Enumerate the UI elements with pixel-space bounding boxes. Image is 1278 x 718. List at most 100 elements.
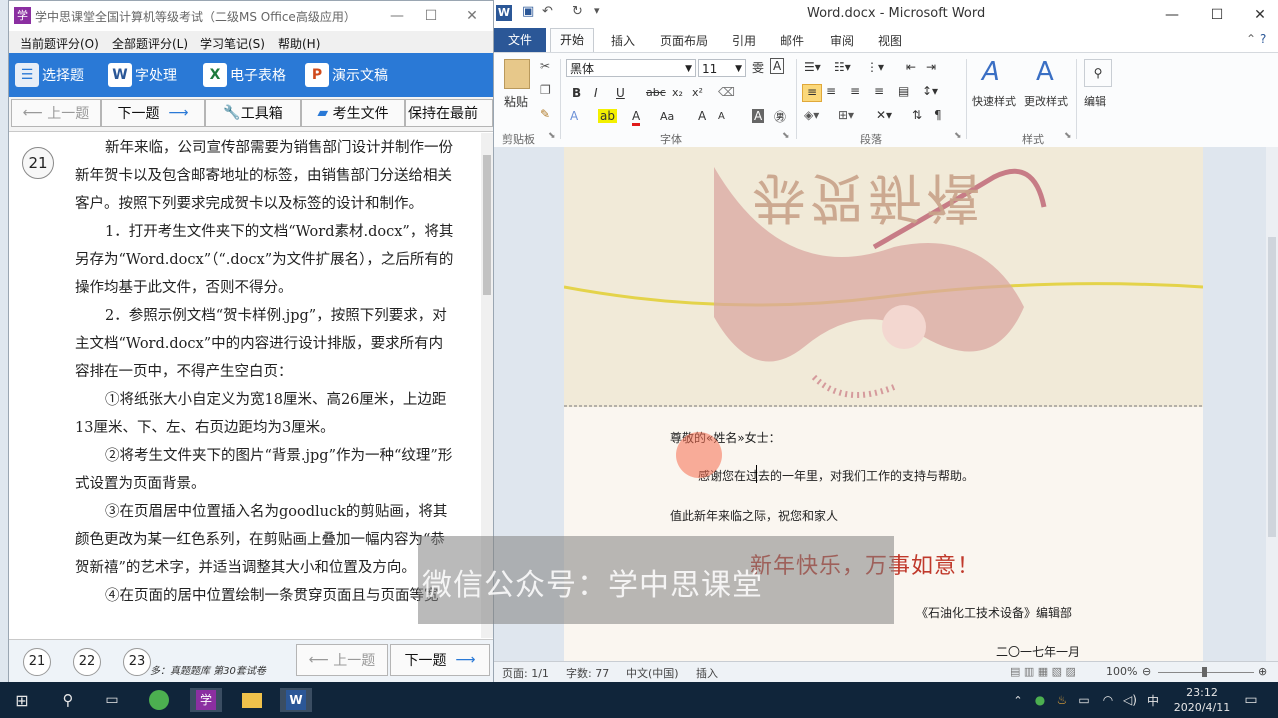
text-effect-icon[interactable]: A — [570, 109, 578, 123]
header-wordart[interactable]: 恭贺新禧 — [752, 163, 984, 242]
tab-insert[interactable]: 插入 — [611, 32, 635, 49]
close-button[interactable]: ✕ — [454, 5, 490, 27]
highlight-icon[interactable]: ab — [598, 109, 617, 123]
status-page[interactable]: 页面: 1/1 — [502, 665, 549, 681]
menu-help[interactable]: 帮助(H) — [278, 35, 320, 52]
strikethrough-icon[interactable]: abc — [646, 86, 666, 99]
distributed-icon[interactable]: ▤ — [898, 84, 909, 98]
tab-mailings[interactable]: 邮件 — [780, 32, 804, 49]
word-vertical-scrollbar[interactable] — [1266, 147, 1278, 661]
scrollbar-thumb[interactable] — [1268, 237, 1276, 537]
view-buttons-icon[interactable]: ▤ ▥ ▦ ▧ ▨ — [1010, 665, 1076, 678]
bullets-icon[interactable]: ☰▾ — [804, 60, 821, 74]
help-icon[interactable]: ? — [1260, 32, 1266, 46]
chinese-layout-icon[interactable]: ✕▾ — [876, 108, 892, 122]
change-styles-icon[interactable]: A — [1036, 57, 1054, 87]
question-23-button[interactable]: 23 — [123, 648, 151, 676]
task-view-icon[interactable]: ▭ — [100, 688, 124, 712]
decrease-indent-icon[interactable]: ⇤ — [906, 60, 916, 74]
quick-styles-icon[interactable]: A — [982, 57, 1000, 87]
save-icon[interactable]: ▣ — [522, 4, 534, 19]
increase-indent-icon[interactable]: ⇥ — [926, 60, 936, 74]
font-name-select[interactable]: 黑体 ▼ — [566, 59, 696, 77]
multilevel-list-icon[interactable]: ⋮▾ — [866, 60, 884, 74]
justify-icon[interactable]: ≡ — [874, 84, 884, 98]
char-border-icon[interactable]: A — [770, 58, 785, 74]
quick-styles-button[interactable]: 快速样式 — [972, 93, 1016, 109]
exam-app-taskbar-icon[interactable]: 学 — [190, 688, 222, 712]
status-insert-mode[interactable]: 插入 — [696, 665, 718, 681]
sort-icon[interactable]: ⇅ — [912, 108, 922, 122]
font-launcher-icon[interactable]: ⬊ — [782, 131, 790, 141]
bottom-prev-button[interactable]: ⟵ 上一题 — [296, 644, 388, 676]
editing-button[interactable]: 编辑 — [1084, 93, 1106, 109]
menu-notes[interactable]: 学习笔记(S) — [200, 35, 265, 52]
font-size-select[interactable]: 11 ▼ — [698, 59, 746, 77]
stay-on-top-button[interactable]: 保持在最前 — [405, 99, 493, 127]
subscript-icon[interactable]: x₂ — [672, 86, 683, 99]
change-styles-button[interactable]: 更改样式 — [1024, 93, 1068, 109]
scrollbar-thumb[interactable] — [483, 155, 491, 295]
maximize-button[interactable]: ☐ — [413, 5, 449, 27]
tab-review[interactable]: 审阅 — [830, 32, 854, 49]
presentation-button[interactable]: P 演示文稿 — [305, 61, 388, 89]
char-shading-icon[interactable]: A — [752, 109, 765, 123]
clock[interactable]: 23:12 2020/4/11 — [1172, 685, 1232, 715]
tab-page-layout[interactable]: 页面布局 — [660, 32, 708, 49]
line-spacing-icon[interactable]: ↕▾ — [922, 84, 938, 98]
wifi-icon[interactable]: ◠ — [1100, 688, 1116, 712]
search-icon[interactable]: ⚲ — [56, 688, 80, 712]
change-case-icon[interactable]: Aa — [660, 110, 674, 123]
spreadsheet-button[interactable]: X 电子表格 — [203, 61, 286, 89]
tab-file[interactable]: 文件 — [494, 28, 546, 52]
zoom-out-icon[interactable]: ⊖ — [1142, 665, 1151, 678]
shading-icon[interactable]: ◈▾ — [804, 108, 819, 122]
word-close-button[interactable]: ✕ — [1242, 4, 1278, 26]
align-left-icon[interactable]: ≡ — [802, 84, 822, 102]
zoom-slider-thumb[interactable] — [1202, 667, 1207, 677]
word-taskbar-icon[interactable]: W — [280, 688, 312, 712]
menu-all-score[interactable]: 全部题评分(L) — [112, 35, 188, 52]
clear-format-icon[interactable]: ⌫ — [718, 85, 735, 99]
font-color-icon[interactable]: A — [632, 109, 641, 126]
cut-icon[interactable]: ✂ — [540, 59, 550, 73]
customize-qat-icon[interactable]: ▾ — [594, 4, 600, 17]
styles-launcher-icon[interactable]: ⬊ — [1064, 131, 1072, 141]
grow-font-icon[interactable]: A — [698, 109, 706, 123]
volume-icon[interactable]: ◁) — [1122, 688, 1138, 712]
toolbox-button[interactable]: 🔧 工具箱 — [205, 99, 301, 127]
copy-icon[interactable]: ❐ — [540, 83, 551, 97]
browser-icon[interactable] — [146, 688, 172, 712]
format-painter-icon[interactable]: ✎ — [540, 107, 550, 121]
enclose-char-icon[interactable]: ㊚ — [774, 108, 786, 125]
superscript-icon[interactable]: x² — [692, 86, 703, 99]
tab-home[interactable]: 开始 — [550, 28, 594, 52]
next-question-button[interactable]: 下一题 ⟶ — [101, 99, 205, 127]
redo-icon[interactable]: ↻ — [572, 4, 583, 19]
ime-indicator[interactable]: 中 — [1144, 688, 1162, 712]
binoculars-icon[interactable]: ⚲ — [1084, 59, 1112, 87]
word-maximize-button[interactable]: ☐ — [1199, 4, 1235, 26]
numbering-icon[interactable]: ☷▾ — [834, 60, 851, 74]
notification-icon[interactable]: ▭ — [1240, 688, 1262, 712]
question-22-button[interactable]: 22 — [73, 648, 101, 676]
paragraph-launcher-icon[interactable]: ⬊ — [954, 131, 962, 141]
tab-view[interactable]: 视图 — [878, 32, 902, 49]
exam-folder-button[interactable]: ▰ 考生文件 — [301, 99, 405, 127]
menu-current-score[interactable]: 当前题评分(O) — [20, 35, 99, 52]
zoom-in-icon[interactable]: ⊕ — [1258, 665, 1267, 678]
phonetic-guide-icon[interactable]: 雯 — [752, 59, 764, 76]
choice-question-button[interactable]: ☰ 选择题 — [15, 61, 84, 89]
tray-app-icon[interactable]: ♨ — [1054, 688, 1070, 712]
underline-icon[interactable]: U — [616, 86, 625, 100]
ribbon-collapse-icon[interactable]: ⌃ — [1246, 32, 1256, 46]
bottom-next-button[interactable]: 下一题 ⟶ — [390, 644, 490, 676]
prev-question-button[interactable]: ⟵ 上一题 — [11, 99, 101, 127]
bold-icon[interactable]: B — [572, 86, 581, 100]
align-center-icon[interactable]: ≡ — [826, 84, 836, 98]
borders-icon[interactable]: ⊞▾ — [838, 108, 854, 122]
undo-icon[interactable]: ↶ — [542, 4, 553, 19]
question-21-button[interactable]: 21 — [23, 648, 51, 676]
network-icon[interactable]: ▭ — [1076, 688, 1092, 712]
tray-expand-icon[interactable]: ⌃ — [1010, 688, 1026, 712]
